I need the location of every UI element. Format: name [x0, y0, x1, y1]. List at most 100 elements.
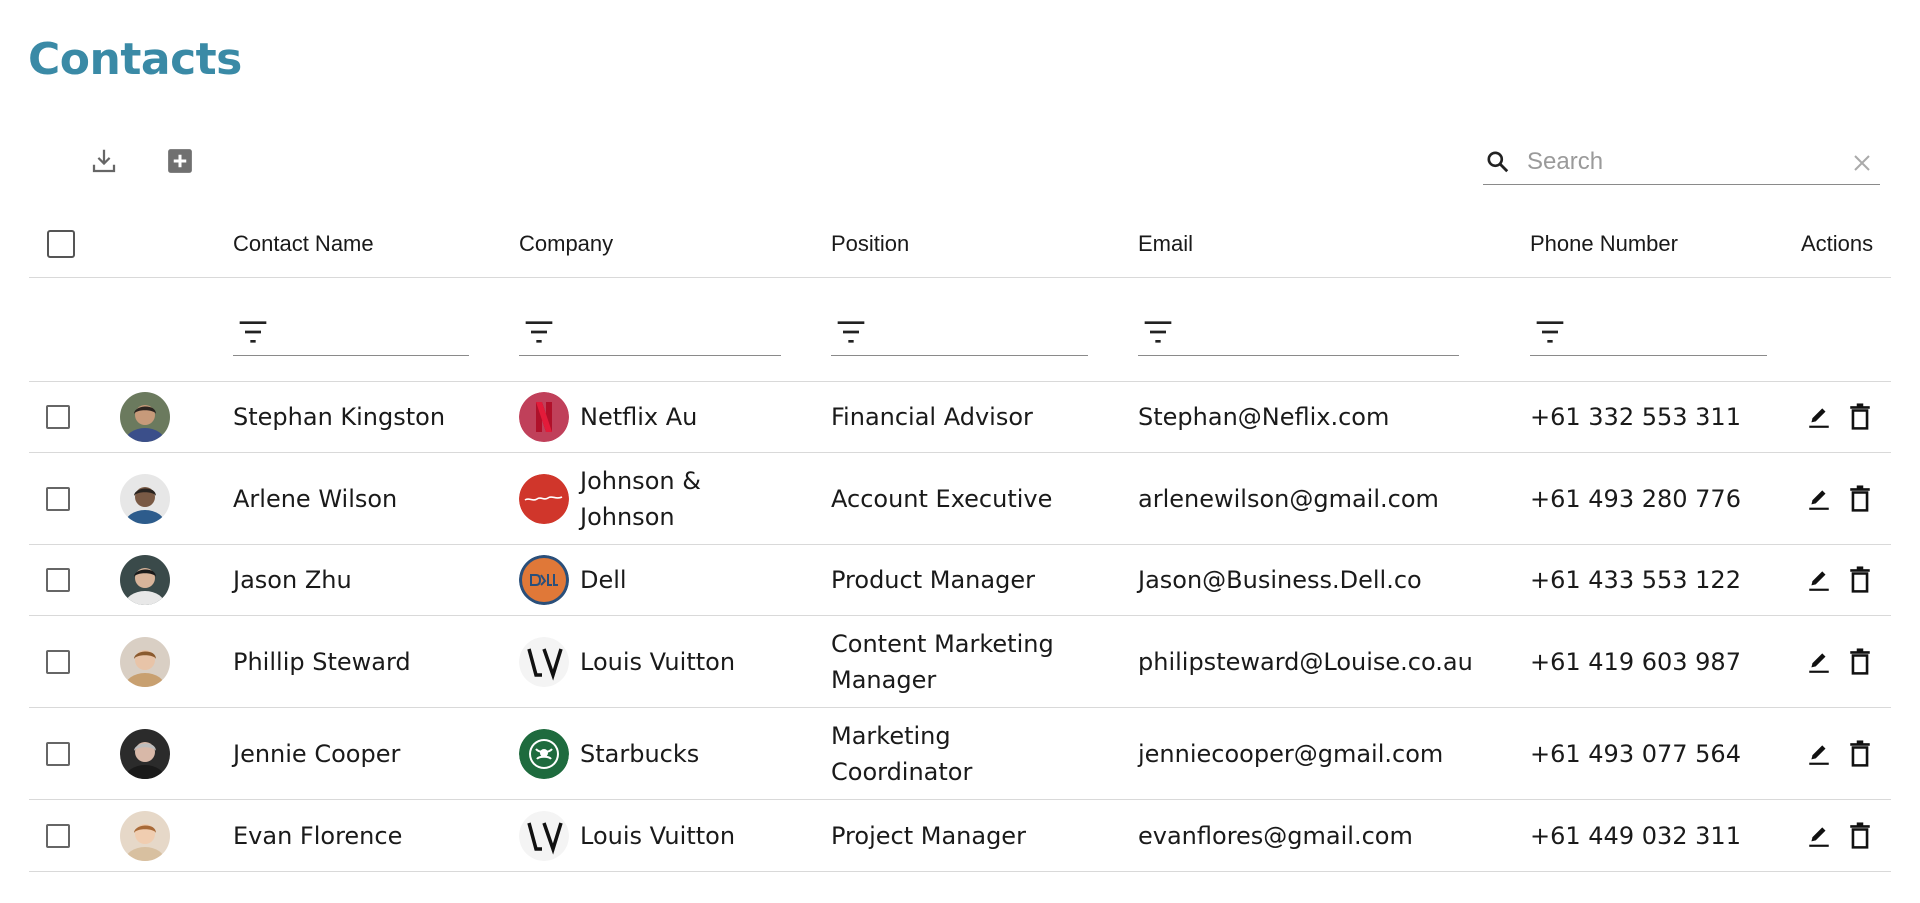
johnson-logo: [519, 473, 569, 524]
row-checkbox[interactable]: [46, 568, 70, 592]
delete-button[interactable]: [1845, 483, 1875, 515]
contact-avatar: [120, 473, 170, 524]
column-header-email[interactable]: Email: [1138, 231, 1193, 257]
position: Financial Advisor: [831, 382, 1033, 452]
row-checkbox[interactable]: [46, 486, 70, 511]
add-contact-button[interactable]: [162, 143, 198, 179]
company-name-line-1: Louis Vuitton: [580, 647, 736, 676]
row-checkbox[interactable]: [46, 405, 70, 429]
select-all-checkbox[interactable]: [47, 230, 75, 258]
download-button[interactable]: [86, 143, 122, 179]
edit-icon: [1809, 744, 1829, 765]
position-line-1: Content Marketing: [831, 629, 1054, 658]
email: arlenewilson@gmail.com: [1138, 484, 1439, 513]
company-name-line-1: Louis Vuitton: [580, 821, 736, 850]
company-name-line-1: Starbucks: [580, 739, 700, 768]
row-checkbox[interactable]: [46, 741, 70, 766]
column-header-position[interactable]: Position: [831, 231, 909, 257]
table-row[interactable]: Arlene Wilson Johnson & Johnson Account …: [29, 453, 1891, 545]
filter-company[interactable]: [519, 312, 781, 356]
row-checkbox[interactable]: [46, 649, 70, 674]
table-row[interactable]: Stephan Kingston Netflix Au Financial Ad…: [29, 382, 1891, 453]
search-bar: [1483, 141, 1880, 185]
row-checkbox[interactable]: [46, 823, 70, 848]
delete-button[interactable]: [1845, 401, 1875, 433]
edit-icon: [1809, 489, 1829, 510]
company-name: Johnson & Johnson: [580, 453, 701, 544]
filter-icon: [1144, 321, 1172, 343]
filter-icon: [837, 321, 865, 343]
clear-search-icon[interactable]: [1850, 151, 1874, 175]
edit-button[interactable]: [1804, 820, 1834, 852]
contact-name: Stephan Kingston: [233, 403, 446, 431]
delete-icon: [1850, 566, 1870, 593]
contact-name: Phillip Steward: [233, 647, 411, 676]
contact-avatar: [120, 392, 170, 442]
table-row[interactable]: Jason Zhu Dell Product Manager Jason@Bus…: [29, 545, 1891, 616]
contact-name: Jennie Cooper: [233, 739, 401, 768]
filter-email[interactable]: [1138, 312, 1459, 356]
delete-button[interactable]: [1845, 820, 1875, 852]
table-row[interactable]: Evan Florence Louis Vuitton Project Mana…: [29, 800, 1891, 872]
filter-position[interactable]: [831, 312, 1088, 356]
column-header-phone-number[interactable]: Phone Number: [1530, 231, 1678, 257]
company-name: Starbucks: [580, 708, 699, 799]
company-name-line-1: Dell: [580, 566, 627, 594]
filter-phone-number[interactable]: [1530, 312, 1767, 356]
edit-icon: [1809, 826, 1829, 847]
edit-button[interactable]: [1804, 564, 1834, 596]
contact-name: Arlene Wilson: [233, 484, 398, 513]
company-name: Netflix Au: [580, 382, 697, 452]
company-name-line-1: Johnson &: [580, 466, 701, 495]
company-name: Louis Vuitton: [580, 800, 735, 871]
filter-icon: [239, 321, 267, 343]
table-row[interactable]: Jennie Cooper Starbucks Marketing Coordi…: [29, 708, 1891, 800]
contact-avatar: [120, 636, 170, 687]
dell-logo: [519, 555, 569, 605]
phone-number: +61 493 077 564: [1530, 739, 1741, 768]
phone-number: +61 493 280 776: [1530, 484, 1741, 513]
position-line-1: Project Manager: [831, 821, 1026, 850]
edit-button[interactable]: [1804, 738, 1834, 770]
position-line-1: Account Executive: [831, 484, 1053, 513]
position-line-1: Product Manager: [831, 566, 1035, 594]
netflix-logo: [519, 392, 569, 442]
lv-logo: [519, 636, 569, 687]
edit-button[interactable]: [1804, 401, 1834, 433]
delete-icon: [1850, 484, 1870, 512]
edit-icon: [1809, 408, 1829, 428]
contact-name: Evan Florence: [233, 821, 403, 850]
filter-icon: [1536, 321, 1564, 343]
email: Jason@Business.Dell.co: [1138, 566, 1422, 594]
delete-button[interactable]: [1845, 738, 1875, 770]
edit-icon: [1809, 652, 1829, 673]
position-line-2: Coordinator: [831, 757, 973, 786]
edit-button[interactable]: [1804, 646, 1834, 678]
phone-number: +61 332 553 311: [1530, 403, 1741, 431]
email: evanflores@gmail.com: [1138, 821, 1413, 850]
position: Project Manager: [831, 800, 1026, 871]
position-line-1: Marketing: [831, 721, 951, 750]
table-row[interactable]: Phillip Steward Louis Vuitton Content Ma…: [29, 616, 1891, 708]
delete-button[interactable]: [1845, 646, 1875, 678]
search-input[interactable]: [1527, 145, 1827, 179]
filter-contact-name[interactable]: [233, 312, 469, 356]
company-name: Louis Vuitton: [580, 616, 735, 707]
column-header-company[interactable]: Company: [519, 231, 613, 257]
edit-icon: [1809, 571, 1829, 591]
page-title: Contacts: [28, 34, 242, 85]
delete-icon: [1850, 739, 1870, 767]
delete-icon: [1850, 821, 1870, 849]
position-line-2: Manager: [831, 665, 937, 694]
delete-button[interactable]: [1845, 564, 1875, 596]
column-header-contact-name[interactable]: Contact Name: [233, 231, 374, 257]
position: Product Manager: [831, 545, 1035, 615]
edit-button[interactable]: [1804, 483, 1834, 515]
email: philipsteward@Louise.co.au: [1138, 647, 1473, 676]
contact-avatar: [120, 555, 170, 605]
email: Stephan@Neflix.com: [1138, 403, 1390, 431]
phone-number: +61 419 603 987: [1530, 647, 1741, 676]
phone-number: +61 433 553 122: [1530, 566, 1741, 594]
position-line-1: Financial Advisor: [831, 403, 1033, 431]
header-divider: [29, 277, 1891, 278]
